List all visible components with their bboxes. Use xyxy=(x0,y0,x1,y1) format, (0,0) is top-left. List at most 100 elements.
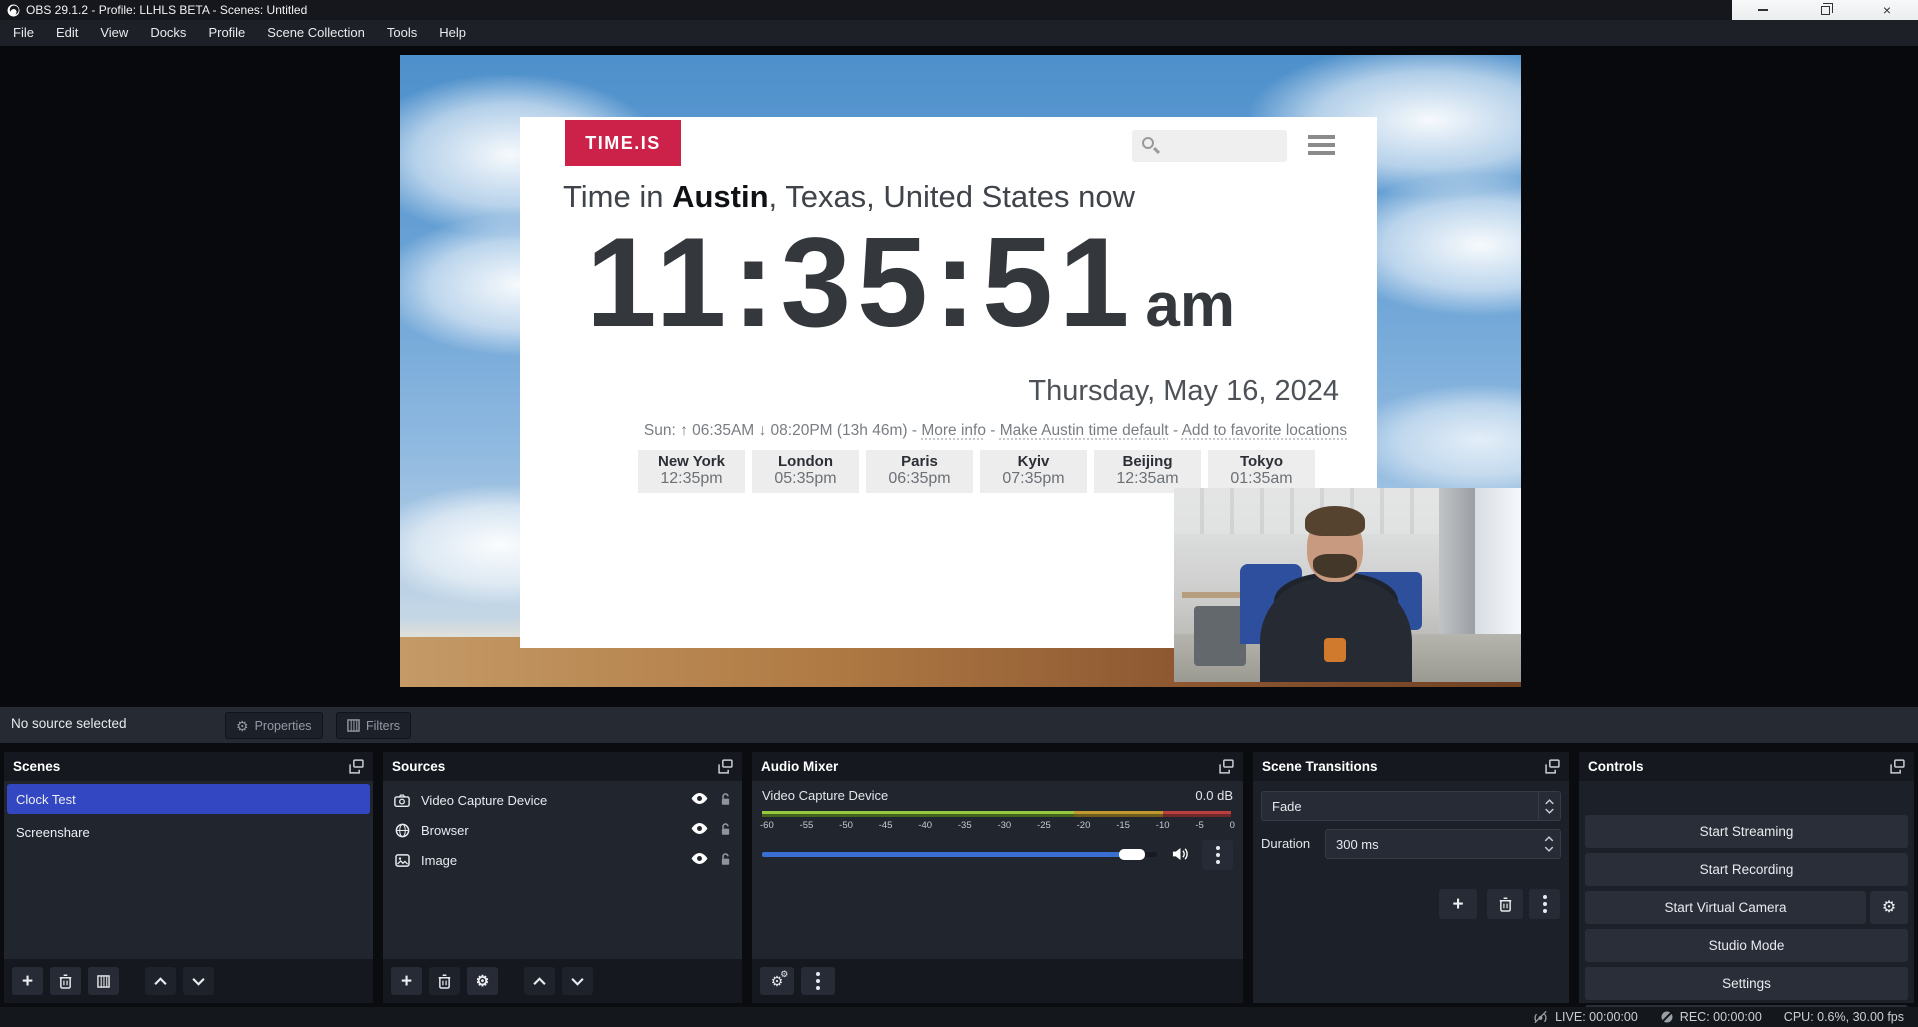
minimize-button[interactable] xyxy=(1732,0,1794,20)
controls-panel: Controls Start Streaming Start Recording… xyxy=(1579,752,1914,1003)
lock-icon[interactable] xyxy=(719,792,732,809)
source-item-image[interactable]: Image xyxy=(383,845,742,875)
clock-ampm: am xyxy=(1145,271,1235,340)
plus-icon: + xyxy=(1452,895,1463,914)
sun-info-line: Sun: ↑ 06:35AM ↓ 08:20PM (13h 46m) - Mor… xyxy=(520,422,1347,440)
transition-properties-button[interactable] xyxy=(1529,889,1560,919)
filter-icon xyxy=(97,975,110,988)
close-button[interactable]: × xyxy=(1856,0,1918,20)
visibility-eye-icon[interactable] xyxy=(690,792,709,808)
window-title: OBS 29.1.2 - Profile: LLHLS BETA - Scene… xyxy=(26,3,307,17)
chevron-down-icon xyxy=(1544,846,1554,852)
source-properties-button[interactable]: ⚙ xyxy=(467,967,498,995)
minimize-icon xyxy=(1758,9,1768,11)
gears-icon: ⚙⚙ xyxy=(771,974,784,988)
popout-icon[interactable] xyxy=(1890,759,1905,774)
filters-button[interactable]: Filters xyxy=(336,712,411,739)
visibility-eye-icon[interactable] xyxy=(690,822,709,838)
add-scene-button[interactable]: + xyxy=(12,967,43,995)
chevron-down-icon xyxy=(192,977,205,986)
menu-scene-collection[interactable]: Scene Collection xyxy=(256,20,376,46)
remove-source-button[interactable] xyxy=(429,967,460,995)
transition-select[interactable]: Fade xyxy=(1261,791,1561,821)
remove-scene-button[interactable] xyxy=(50,967,81,995)
maximize-button[interactable] xyxy=(1794,0,1856,20)
menu-docks[interactable]: Docks xyxy=(139,20,197,46)
maximize-icon xyxy=(1821,6,1830,15)
gear-icon: ⚙ xyxy=(476,974,489,989)
globe-icon xyxy=(393,823,411,838)
scene-filters-button[interactable] xyxy=(88,967,119,995)
mixer-channel-name: Video Capture Device xyxy=(762,788,888,803)
spin-arrows[interactable] xyxy=(1544,830,1554,858)
search-icon xyxy=(1142,137,1154,149)
popout-icon[interactable] xyxy=(1545,759,1560,774)
start-recording-button[interactable]: Start Recording xyxy=(1585,853,1908,886)
scene-item-screenshare[interactable]: Screenshare xyxy=(7,817,370,847)
image-icon xyxy=(393,854,411,867)
transitions-title: Scene Transitions xyxy=(1262,759,1545,774)
source-item-video-capture[interactable]: Video Capture Device xyxy=(383,785,742,815)
virtual-camera-config-button[interactable]: ⚙ xyxy=(1870,891,1908,924)
start-virtual-camera-button[interactable]: Start Virtual Camera xyxy=(1585,891,1866,924)
menu-tools[interactable]: Tools xyxy=(376,20,428,46)
trash-icon xyxy=(438,974,451,989)
studio-mode-button[interactable]: Studio Mode xyxy=(1585,929,1908,962)
menu-view[interactable]: View xyxy=(89,20,139,46)
chevron-up-icon xyxy=(533,977,546,986)
obs-window: OBS 29.1.2 - Profile: LLHLS BETA - Scene… xyxy=(0,0,1918,1027)
preview-canvas-area: TIME.IS Time in Austin, Texas, United St… xyxy=(0,46,1918,707)
start-streaming-button[interactable]: Start Streaming xyxy=(1585,815,1908,848)
mixer-menu-button[interactable] xyxy=(801,967,835,995)
popout-icon[interactable] xyxy=(349,759,364,774)
audio-mixer-title: Audio Mixer xyxy=(761,759,1219,774)
mixer-level-db: 0.0 dB xyxy=(1195,788,1233,803)
chevron-up-icon xyxy=(1544,836,1554,842)
remove-transition-button[interactable] xyxy=(1487,889,1523,919)
move-scene-down-button[interactable] xyxy=(183,967,214,995)
scenes-panel: Scenes Clock Test Screenshare + xyxy=(4,752,373,1003)
kebab-icon xyxy=(816,979,820,983)
lock-icon[interactable] xyxy=(719,852,732,869)
chevron-down-icon xyxy=(1545,808,1554,814)
city-card: Tokyo01:35am xyxy=(1208,450,1315,493)
source-item-browser[interactable]: Browser xyxy=(383,815,742,845)
menu-help[interactable]: Help xyxy=(428,20,477,46)
lock-icon[interactable] xyxy=(719,822,732,839)
sources-panel: Sources Video Capture Device Browser Ima… xyxy=(383,752,742,1003)
window-caption-buttons: × xyxy=(1732,0,1918,20)
volume-slider[interactable] xyxy=(762,852,1157,857)
plus-icon: + xyxy=(22,972,33,991)
trash-icon xyxy=(59,974,72,989)
advanced-audio-button[interactable]: ⚙⚙ xyxy=(760,967,794,995)
settings-button[interactable]: Settings xyxy=(1585,967,1908,1000)
move-source-up-button[interactable] xyxy=(524,967,555,995)
move-source-down-button[interactable] xyxy=(562,967,593,995)
webcam-overlay xyxy=(1174,488,1521,682)
duration-label: Duration xyxy=(1261,836,1310,851)
add-source-button[interactable]: + xyxy=(391,967,422,995)
clock: 11:35:51am xyxy=(586,209,1346,355)
popout-icon[interactable] xyxy=(1219,759,1234,774)
duration-spinbox[interactable]: 300 ms xyxy=(1325,829,1561,859)
mixer-channel-menu-button[interactable] xyxy=(1202,840,1233,870)
move-scene-up-button[interactable] xyxy=(145,967,176,995)
speaker-icon[interactable] xyxy=(1172,847,1189,866)
visibility-eye-icon[interactable] xyxy=(690,852,709,868)
chevron-down-icon xyxy=(571,977,584,986)
menu-file[interactable]: File xyxy=(2,20,45,46)
title-bar: OBS 29.1.2 - Profile: LLHLS BETA - Scene… xyxy=(0,0,1918,20)
menu-profile[interactable]: Profile xyxy=(197,20,256,46)
scene-preview[interactable]: TIME.IS Time in Austin, Texas, United St… xyxy=(400,55,1521,687)
properties-button[interactable]: ⚙ Properties xyxy=(225,712,323,739)
hamburger-icon xyxy=(1308,135,1335,159)
select-spinner[interactable] xyxy=(1538,792,1560,820)
menu-edit[interactable]: Edit xyxy=(45,20,89,46)
scene-transitions-panel: Scene Transitions Fade Duration 300 ms + xyxy=(1253,752,1569,1003)
sun-times: Sun: ↑ 06:35AM ↓ 08:20PM (13h 46m) - xyxy=(644,422,917,439)
add-transition-button[interactable]: + xyxy=(1439,889,1477,919)
scene-item-clock-test[interactable]: Clock Test xyxy=(7,784,370,814)
popout-icon[interactable] xyxy=(718,759,733,774)
make-default-link: Make Austin time default xyxy=(1000,422,1169,439)
volume-slider-handle[interactable] xyxy=(1119,849,1145,860)
